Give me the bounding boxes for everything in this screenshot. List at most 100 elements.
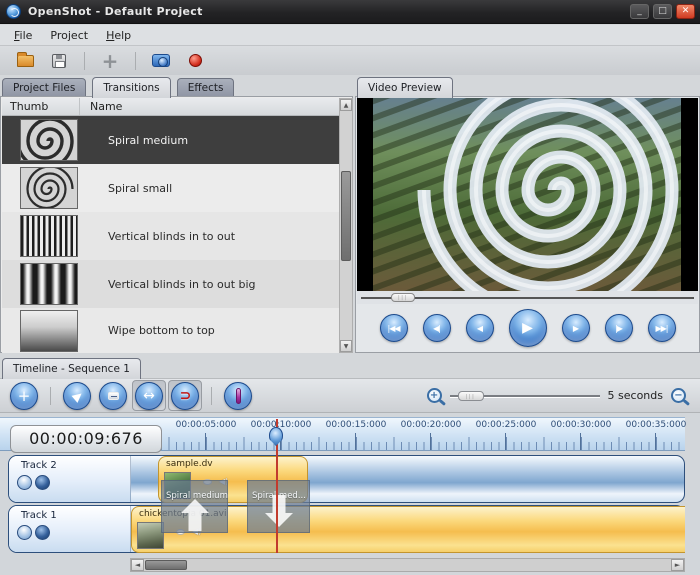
timeline-toolbar: + ▶ ↔ ⊃ + 5 seconds − <box>0 378 700 413</box>
timeline-transition-spiral-medium-2[interactable]: Spiral med... <box>247 480 310 533</box>
timeline-horizontal-scrollbar[interactable]: ◄ ► <box>130 558 685 572</box>
menu-help[interactable]: Help <box>98 27 139 44</box>
tab-effects[interactable]: Effects <box>177 78 235 98</box>
transitions-list: Thumb Name Spiral medium Spiral small <box>0 96 353 353</box>
zoom-slider-handle[interactable] <box>458 391 484 401</box>
tab-timeline[interactable]: Timeline - Sequence 1 <box>2 358 141 379</box>
list-header: Thumb Name <box>2 98 339 116</box>
snapshot-button[interactable] <box>147 49 175 73</box>
transition-name: Vertical blinds in to out <box>108 230 235 243</box>
toolbar-separator <box>211 387 212 405</box>
scrollbar-thumb[interactable] <box>341 171 351 261</box>
transition-row-wipe-bottom-top[interactable]: Wipe bottom to top <box>2 308 339 353</box>
transition-row-spiral-medium[interactable]: Spiral medium <box>2 116 339 164</box>
ruler-label: 00:00:15:000 <box>316 420 396 430</box>
plus-icon: + <box>102 52 119 70</box>
razor-tool-button[interactable] <box>96 380 130 411</box>
tab-project-files[interactable]: Project Files <box>2 78 86 98</box>
resize-tool-button[interactable]: ↔ <box>132 380 166 411</box>
track-2-header: Track 2 <box>9 456 131 502</box>
ruler-minor-ticks <box>131 442 685 450</box>
transition-name: Spiral small <box>108 182 172 195</box>
track-video-toggle-icon[interactable] <box>17 525 32 540</box>
resize-arrows-icon: ↔ <box>135 382 163 410</box>
add-marker-button[interactable] <box>221 380 255 411</box>
timeline-transition-spiral-medium[interactable]: Spiral medium <box>161 480 228 533</box>
spiral-small-thumbnail <box>20 167 78 209</box>
column-header-thumb[interactable]: Thumb <box>2 98 80 115</box>
ruler-label: 00:00:20:000 <box>391 420 471 430</box>
spiral-medium-thumbnail <box>20 119 78 161</box>
cursor-arrow-icon: ▶ <box>63 382 91 410</box>
scroll-left-icon[interactable]: ◄ <box>131 559 144 571</box>
minimize-button[interactable]: _ <box>630 4 649 19</box>
zoom-slider[interactable] <box>450 390 600 402</box>
track-audio-toggle-icon[interactable] <box>35 475 50 490</box>
add-track-button[interactable]: + <box>7 380 41 411</box>
seek-start-button[interactable]: |◀◀ <box>380 314 408 342</box>
maximize-button[interactable]: □ <box>653 4 672 19</box>
track-video-toggle-icon[interactable] <box>17 475 32 490</box>
title-bar[interactable]: OpenShot - Default Project _ □ ✕ <box>0 0 700 24</box>
record-button[interactable] <box>181 49 209 73</box>
zoom-out-icon[interactable]: − <box>671 388 686 403</box>
main-toolbar: + <box>0 46 700 75</box>
transition-row-vertical-blinds-big[interactable]: Vertical blinds in to out big <box>2 260 339 308</box>
snapping-tool-button[interactable]: ⊃ <box>168 380 202 411</box>
toolbar-separator <box>50 387 51 405</box>
track-name: Track 2 <box>9 456 130 471</box>
frame-back-button[interactable]: ◀| <box>423 314 451 342</box>
tab-video-preview[interactable]: Video Preview <box>357 77 453 98</box>
play-button[interactable]: ▶ <box>509 309 547 347</box>
toolbar-separator <box>135 52 136 70</box>
clip-thumbnail <box>137 522 164 549</box>
fast-forward-button[interactable]: ▶ <box>562 314 590 342</box>
column-header-name[interactable]: Name <box>80 98 122 115</box>
scrollbar-thumb[interactable] <box>145 560 187 570</box>
track-audio-toggle-icon[interactable] <box>35 525 50 540</box>
transition-row-vertical-blinds[interactable]: Vertical blinds in to out <box>2 212 339 260</box>
folder-open-icon <box>17 55 34 67</box>
preview-spiral-frame <box>373 98 681 291</box>
tab-transitions[interactable]: Transitions <box>92 77 170 98</box>
record-icon <box>189 54 202 67</box>
ruler-label: 00:00:05:000 <box>166 420 246 430</box>
seek-handle[interactable] <box>391 293 415 302</box>
current-timecode: 00:00:09:676 <box>10 425 162 453</box>
transport-controls: |◀◀ ◀| ◀ ▶ ▶ |▶ ▶▶| <box>357 304 698 352</box>
import-files-button[interactable]: + <box>96 49 124 73</box>
rewind-button[interactable]: ◀ <box>466 314 494 342</box>
window-title: OpenShot - Default Project <box>28 5 203 18</box>
scroll-right-icon[interactable]: ► <box>671 559 684 571</box>
scroll-down-icon[interactable]: ▼ <box>340 340 352 352</box>
transition-label: Spiral medium <box>162 481 227 501</box>
transition-name: Wipe bottom to top <box>108 324 215 337</box>
menu-file[interactable]: File <box>6 27 40 44</box>
clip-name: sample.dv <box>159 457 307 469</box>
frame-forward-button[interactable]: |▶ <box>605 314 633 342</box>
transitions-scrollbar[interactable]: ▲ ▼ <box>339 98 353 353</box>
floppy-disk-icon <box>52 54 66 68</box>
ruler-label: 00:00:25:000 <box>466 420 546 430</box>
track-name: Track 1 <box>9 506 130 521</box>
scroll-up-icon[interactable]: ▲ <box>340 99 352 111</box>
save-project-button[interactable] <box>45 49 73 73</box>
track-2-lane[interactable]: Track 2 <box>8 455 685 503</box>
vertical-blinds-big-thumbnail <box>20 263 78 305</box>
openshot-logo-icon <box>6 4 21 19</box>
wipe-gradient-thumbnail <box>20 310 78 352</box>
marker-icon <box>224 382 252 410</box>
down-arrow-icon <box>272 495 285 513</box>
select-tool-button[interactable]: ▶ <box>60 380 94 411</box>
timeline-ruler[interactable]: 00:00:05:000 00:00:10:000 00:00:15:000 0… <box>0 417 685 451</box>
seek-bar[interactable] <box>357 291 698 304</box>
video-preview-panel: Video Preview <box>355 75 700 353</box>
open-project-button[interactable] <box>11 49 39 73</box>
seek-end-button[interactable]: ▶▶| <box>648 314 676 342</box>
menu-project[interactable]: Project <box>42 27 96 44</box>
camera-icon <box>152 54 170 67</box>
transition-row-spiral-small[interactable]: Spiral small <box>2 164 339 212</box>
magnet-icon: ⊃ <box>171 382 199 410</box>
close-button[interactable]: ✕ <box>676 4 695 19</box>
zoom-in-icon[interactable]: + <box>427 388 442 403</box>
